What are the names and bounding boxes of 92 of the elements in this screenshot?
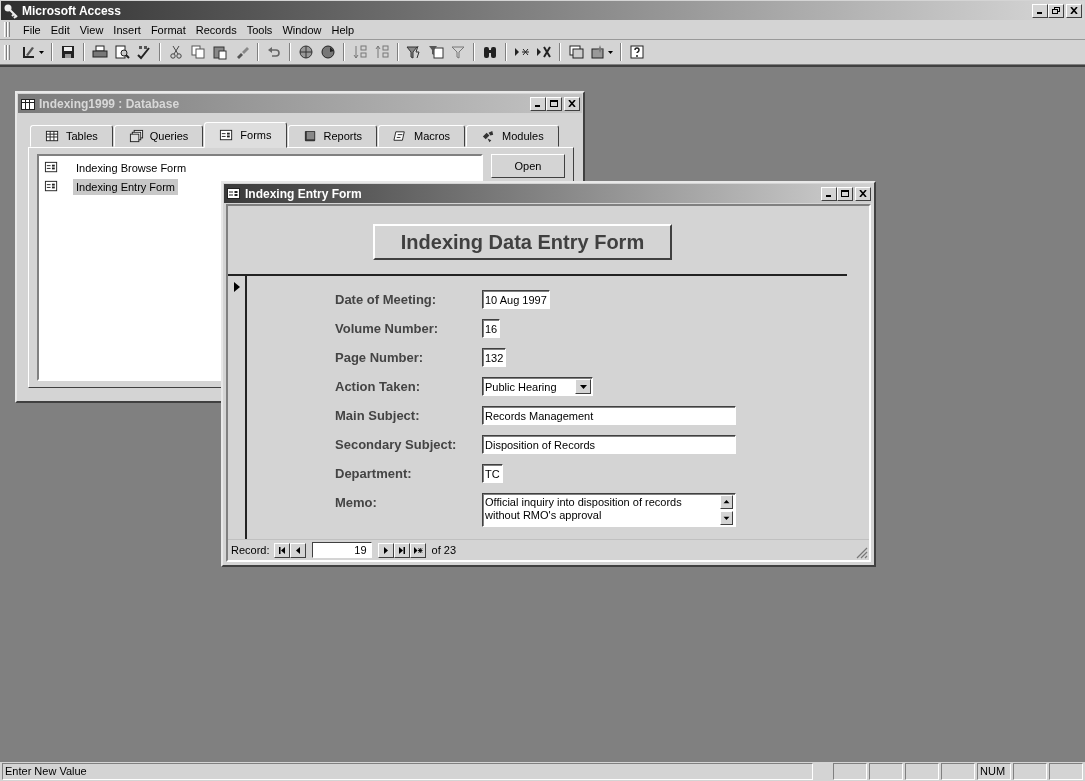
field-label: Department: <box>335 465 413 483</box>
window-title: Microsoft Access <box>22 3 122 18</box>
object-tab[interactable]: Tables <box>30 125 113 147</box>
open-button[interactable]: Open <box>491 154 565 178</box>
resize-grip-icon[interactable] <box>856 547 868 559</box>
menu-bar-handle[interactable] <box>4 22 10 37</box>
num-lock-indicator: NUM <box>977 763 1011 780</box>
right-arrow-bar-icon <box>396 545 407 555</box>
menu-item[interactable]: View <box>74 23 109 36</box>
menu-item[interactable]: Format <box>145 23 191 36</box>
record-count: of 23 <box>431 544 456 556</box>
delete-record-icon[interactable] <box>536 44 552 60</box>
menu-item[interactable]: Help <box>326 23 360 36</box>
scrollbar[interactable] <box>720 495 734 525</box>
field-label: Volume Number: <box>335 320 440 338</box>
menu-item[interactable]: Tools <box>241 23 278 36</box>
form-list-item[interactable]: Indexing Browse Form <box>73 159 190 176</box>
input-field[interactable]: 16 <box>482 319 501 338</box>
object-tab[interactable]: Reports <box>287 125 378 147</box>
input-field[interactable]: Official inquiry into disposition of records without RMO's approval <box>482 493 736 527</box>
form-icon <box>219 127 235 143</box>
globe-icon[interactable] <box>298 44 314 60</box>
caret-icon[interactable] <box>608 50 613 54</box>
field-label: Secondary Subject: <box>335 436 458 454</box>
form-icon <box>226 185 242 202</box>
menu-item[interactable]: Insert <box>108 23 146 36</box>
close-button[interactable] <box>1066 3 1082 18</box>
minimize-button[interactable] <box>821 186 837 201</box>
funnel-lightning-icon[interactable] <box>406 44 422 60</box>
field-label: Main Subject: <box>335 407 421 425</box>
caret-icon[interactable] <box>39 50 44 54</box>
first-record-button[interactable] <box>273 542 290 558</box>
window-title: Indexing1999 : Database <box>39 96 181 111</box>
field-label: Date of Meeting: <box>335 291 438 309</box>
form-icon <box>44 179 59 194</box>
bar-left-arrow-icon <box>276 545 287 555</box>
object-tab[interactable]: Modules <box>466 125 559 147</box>
menu-item[interactable]: File <box>18 23 46 36</box>
menu-item[interactable]: Edit <box>45 23 75 36</box>
clipboard-icon[interactable] <box>212 44 228 60</box>
help-icon[interactable] <box>629 44 645 60</box>
close-button[interactable] <box>855 186 871 201</box>
window-title: Indexing Entry Form <box>245 186 363 201</box>
next-record-button[interactable] <box>377 542 394 558</box>
field-label: Action Taken: <box>335 378 421 396</box>
stacked-tables-icon <box>128 128 144 144</box>
record-label: Record: <box>231 544 270 556</box>
field-label: Page Number: <box>335 349 425 367</box>
restore-button[interactable] <box>1048 3 1064 18</box>
form-icon <box>44 160 59 175</box>
spelling-check-icon[interactable] <box>136 44 152 60</box>
menu-item[interactable]: Window <box>277 23 327 36</box>
new-object-icon[interactable] <box>590 44 606 60</box>
maximize-icon <box>550 100 558 107</box>
binoculars-icon[interactable] <box>482 44 498 60</box>
restore-icon <box>1052 7 1060 14</box>
close-icon <box>859 190 867 197</box>
input-field[interactable]: 132 <box>482 348 507 367</box>
form-list-item[interactable]: Indexing Entry Form <box>73 178 179 195</box>
maximize-button[interactable] <box>837 186 853 201</box>
table-grid-icon <box>45 128 60 144</box>
printer-icon[interactable] <box>92 44 108 60</box>
current-record-icon <box>233 282 240 292</box>
object-tab[interactable]: Queries <box>113 125 204 147</box>
key-icon <box>3 2 19 19</box>
close-icon <box>1070 7 1078 14</box>
field-label: Memo: <box>335 494 378 512</box>
copy-icon[interactable] <box>190 44 206 60</box>
caret-icon <box>579 384 587 389</box>
input-field[interactable]: Public Hearing <box>482 377 593 396</box>
funnel-icon[interactable] <box>450 44 466 60</box>
input-field[interactable]: Records Management <box>482 406 736 425</box>
close-icon <box>568 100 576 107</box>
input-field[interactable]: Disposition of Records <box>482 435 736 454</box>
menu-item[interactable]: Records <box>190 23 242 36</box>
input-field[interactable]: 10 Aug 1997 <box>482 290 550 309</box>
funnel-form-icon[interactable] <box>428 44 444 60</box>
toolbar-handle[interactable] <box>4 44 10 60</box>
status-message: Enter New Value <box>2 763 813 780</box>
form-heading: Indexing Data Entry Form <box>372 224 673 260</box>
object-tab[interactable]: Forms <box>204 122 287 148</box>
dropdown-button[interactable] <box>575 379 591 394</box>
object-tab[interactable]: Macros <box>378 125 466 147</box>
record-number-field[interactable]: 19 <box>311 542 372 558</box>
input-field[interactable]: TC <box>482 464 503 483</box>
window-stack-icon[interactable] <box>568 44 584 60</box>
scissors-icon[interactable] <box>168 44 184 60</box>
undo-icon[interactable] <box>266 44 282 60</box>
magnifier-page-icon[interactable] <box>114 44 130 60</box>
arrow-asterisk-icon <box>412 545 423 555</box>
maximize-icon <box>841 190 849 197</box>
minimize-button[interactable] <box>1032 3 1048 18</box>
